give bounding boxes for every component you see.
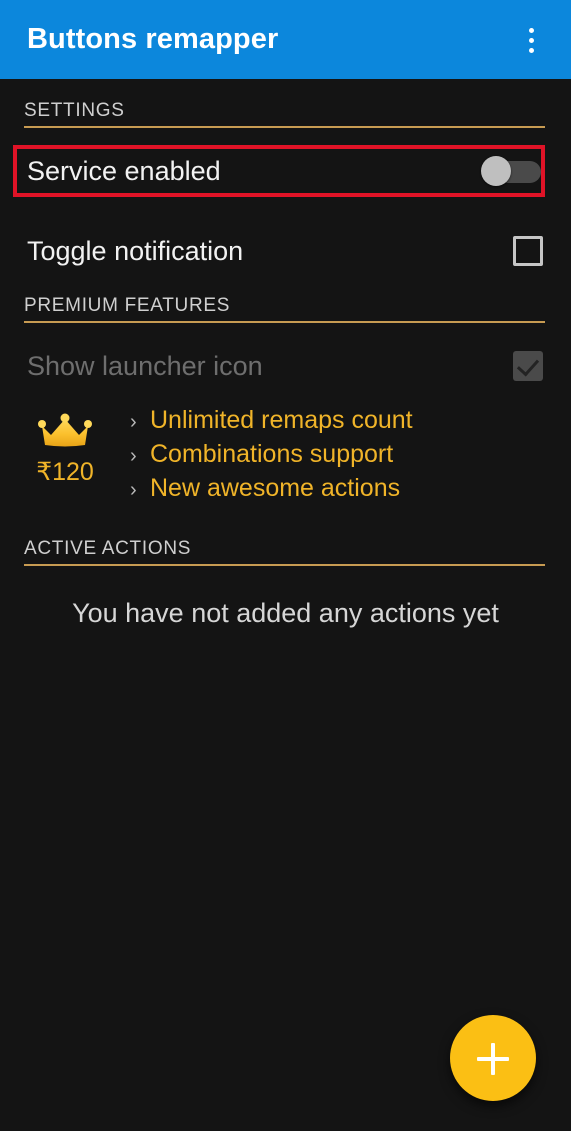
- section-divider: [24, 321, 545, 323]
- pref-row-toggle-notification[interactable]: Toggle notification: [0, 226, 571, 276]
- more-vert-dot: [528, 27, 534, 33]
- more-vert-dot: [528, 47, 534, 53]
- pref-label-toggle-notification: Toggle notification: [27, 235, 244, 266]
- section-header-settings-label: SETTINGS: [24, 100, 125, 121]
- add-action-fab[interactable]: [450, 1015, 536, 1101]
- pref-row-service-enabled[interactable]: Service enabled: [0, 146, 571, 196]
- page-title: Buttons remapper: [27, 23, 279, 55]
- section-divider: [24, 126, 545, 128]
- chevron-right-icon: ›: [130, 411, 137, 433]
- premium-price-badge[interactable]: ₹120: [0, 404, 130, 487]
- section-header-settings: SETTINGS: [24, 100, 545, 128]
- app-bar: Buttons remapper: [0, 0, 571, 79]
- chevron-right-icon: ›: [130, 479, 137, 501]
- crown-icon: [38, 412, 92, 452]
- premium-feature-item[interactable]: › Unlimited remaps count: [130, 406, 413, 440]
- switch-knob: [481, 156, 511, 186]
- more-vert-icon[interactable]: [513, 22, 549, 58]
- premium-feature-item[interactable]: › New awesome actions: [130, 474, 413, 508]
- pref-label-show-launcher-icon: Show launcher icon: [27, 350, 263, 381]
- plus-icon: [491, 1042, 495, 1075]
- premium-feature-label: Combinations support: [150, 440, 394, 468]
- service-enabled-switch[interactable]: [481, 156, 543, 186]
- section-header-active-actions: ACTIVE ACTIONS: [24, 538, 545, 566]
- more-vert-dot: [528, 37, 534, 43]
- toggle-notification-checkbox[interactable]: [513, 236, 543, 266]
- premium-feature-item[interactable]: › Combinations support: [130, 440, 413, 474]
- app-screen: Buttons remapper SETTINGS Service enable…: [0, 0, 571, 1131]
- premium-price: ₹120: [36, 458, 94, 486]
- pref-label-service-enabled: Service enabled: [27, 155, 221, 186]
- pref-row-show-launcher-icon: Show launcher icon: [0, 341, 571, 391]
- premium-feature-label: New awesome actions: [150, 474, 401, 502]
- chevron-right-icon: ›: [130, 445, 137, 467]
- section-divider: [24, 564, 545, 566]
- section-header-premium: PREMIUM FEATURES: [24, 295, 545, 323]
- premium-feature-list: › Unlimited remaps count › Combinations …: [130, 404, 413, 508]
- section-header-premium-label: PREMIUM FEATURES: [24, 295, 231, 316]
- empty-state-message: You have not added any actions yet: [72, 598, 499, 628]
- premium-feature-label: Unlimited remaps count: [150, 406, 413, 434]
- section-header-active-actions-label: ACTIVE ACTIONS: [24, 538, 192, 559]
- show-launcher-icon-checkbox: [513, 351, 543, 381]
- premium-upsell-block[interactable]: ₹120 › Unlimited remaps count › Combinat…: [0, 404, 571, 508]
